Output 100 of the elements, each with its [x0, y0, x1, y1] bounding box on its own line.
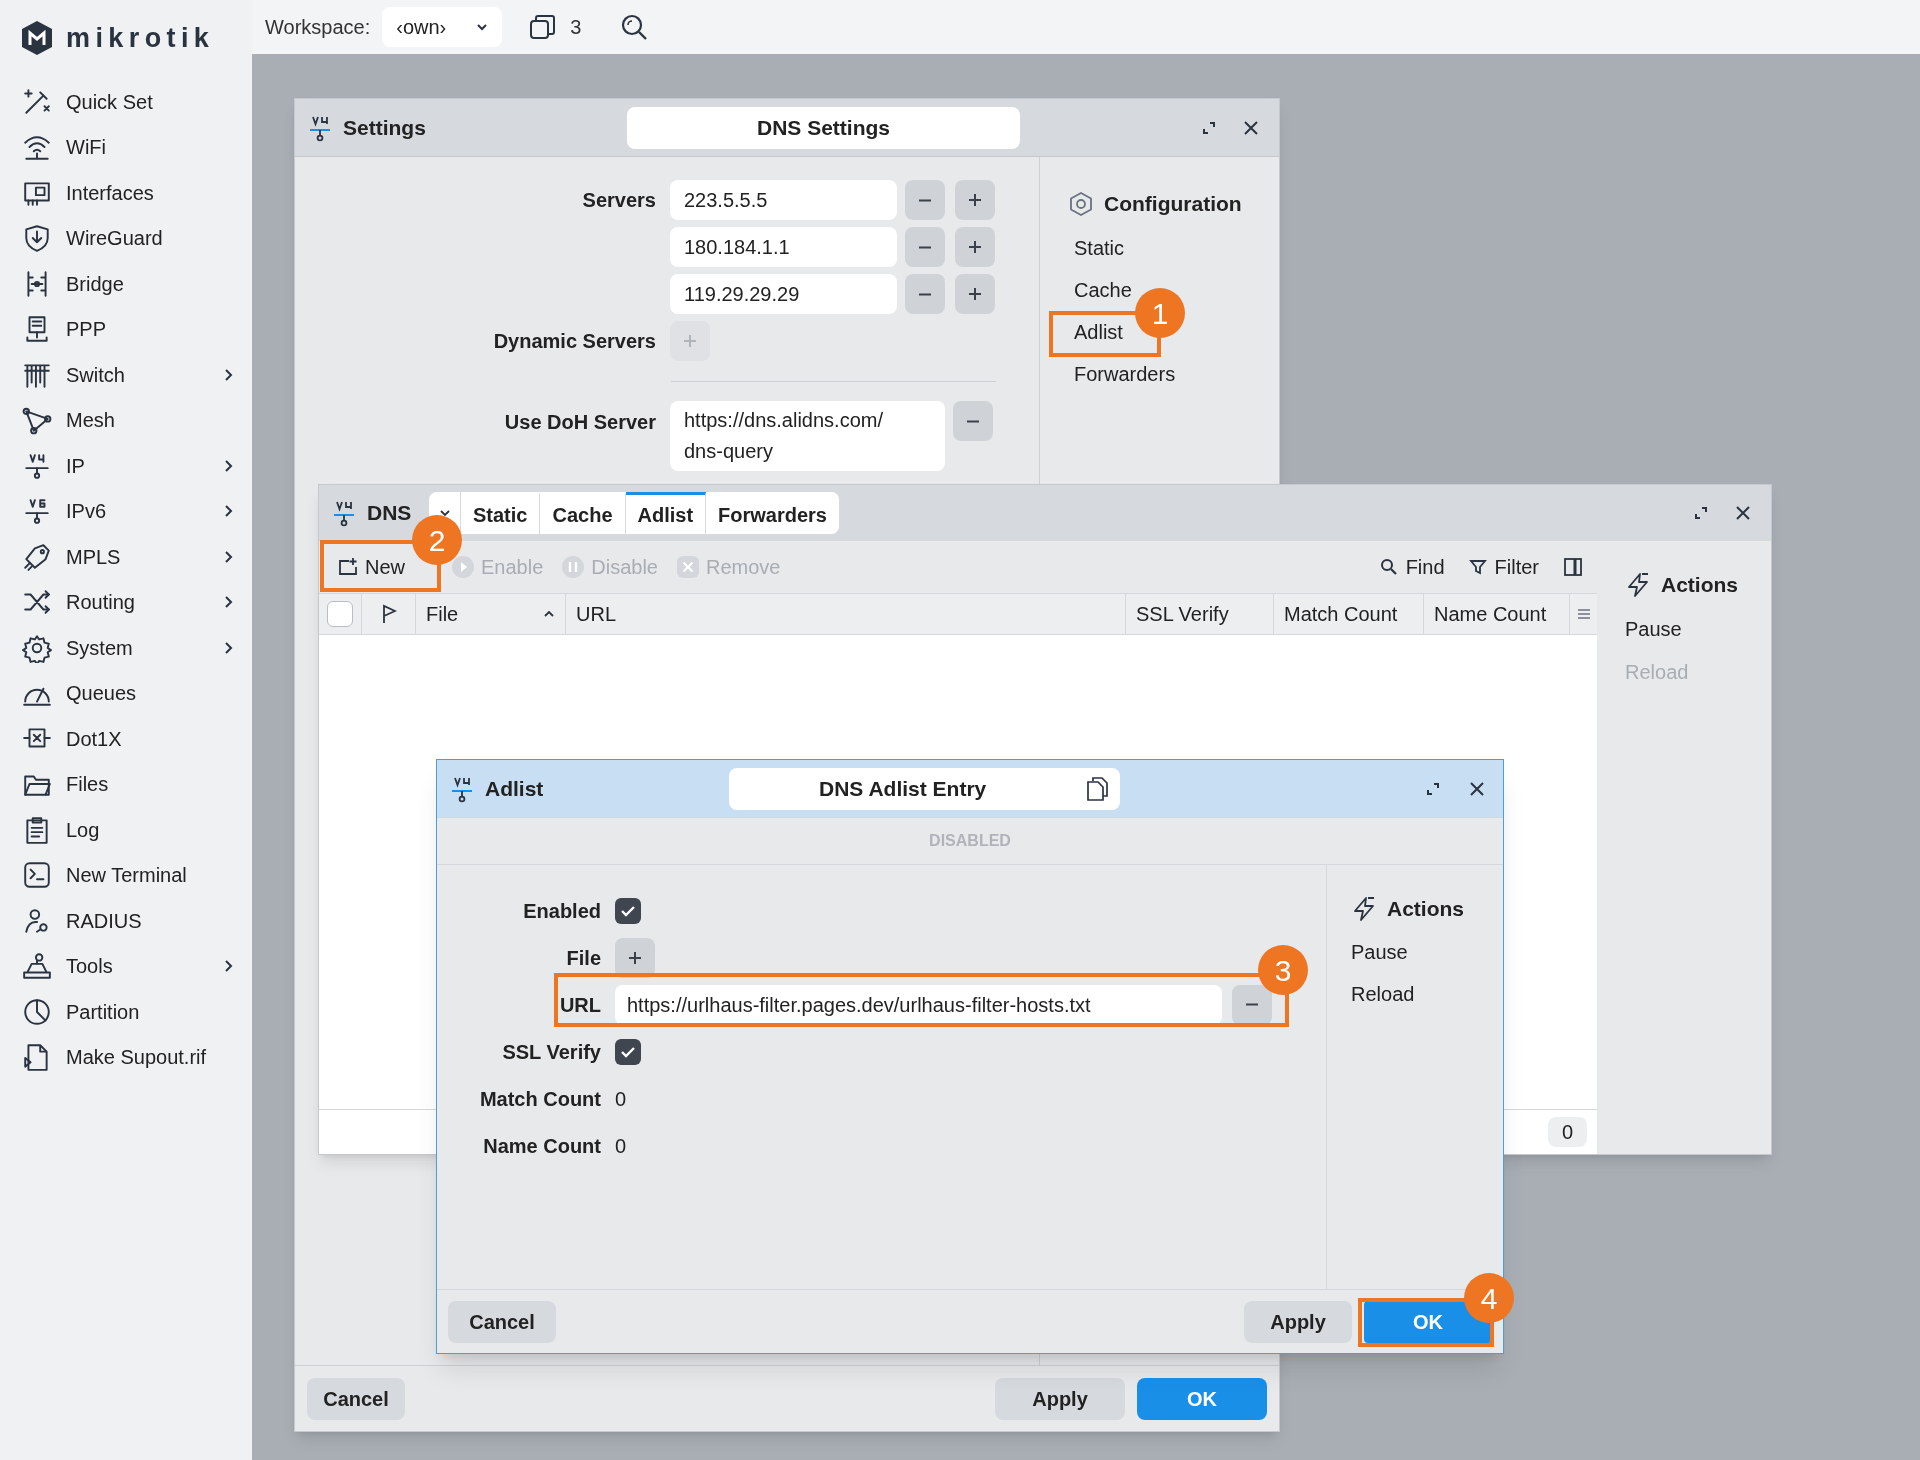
- checkbox[interactable]: [615, 1038, 641, 1065]
- checkbox[interactable]: [327, 601, 353, 627]
- plus-icon: [682, 333, 698, 349]
- minus-icon: [918, 245, 932, 249]
- close-icon[interactable]: [1243, 119, 1259, 136]
- tag-icon: [22, 541, 52, 572]
- close-icon[interactable]: [1735, 505, 1751, 521]
- pie-icon: [22, 996, 52, 1027]
- nav-link[interactable]: Forwarders: [1074, 359, 1176, 389]
- cancel-button[interactable]: Cancel: [448, 1300, 556, 1343]
- panel-heading: Configuration: [1104, 191, 1242, 218]
- field-label: Dynamic Servers: [493, 329, 656, 354]
- action-link[interactable]: Pause: [1625, 607, 1771, 650]
- menu-icon[interactable]: [1576, 608, 1591, 620]
- field-label: Use DoH Server: [504, 410, 656, 435]
- apply-button[interactable]: Apply: [1244, 1300, 1352, 1343]
- network-icon: [22, 496, 52, 527]
- sidebar-item[interactable]: RADIUS: [0, 898, 252, 944]
- filter-button[interactable]: Filter: [1468, 552, 1539, 582]
- remove-button[interactable]: [905, 274, 945, 314]
- sidebar-item[interactable]: Log: [0, 807, 252, 853]
- plus-icon: [967, 239, 983, 255]
- heading-tab: DNS Adlist Entry: [729, 767, 1120, 810]
- sort-icon: [543, 610, 555, 618]
- sidebar-item[interactable]: Files: [0, 761, 252, 807]
- maximize-icon[interactable]: [1425, 780, 1441, 797]
- sidebar-item[interactable]: Mesh: [0, 397, 252, 443]
- window-title: DNS: [367, 500, 413, 527]
- caret-icon: [476, 23, 489, 31]
- add-button[interactable]: [955, 227, 995, 267]
- find-button[interactable]: Find: [1379, 552, 1445, 582]
- sidebar-item[interactable]: Make Supout.rif: [0, 1034, 252, 1080]
- remove-button[interactable]: [953, 401, 993, 441]
- brand-name: mikrotik: [66, 21, 215, 55]
- column-header[interactable]: URL: [565, 594, 1125, 634]
- add-button[interactable]: [955, 274, 995, 314]
- apply-button[interactable]: Apply: [995, 1377, 1125, 1420]
- window-title: Adlist: [485, 775, 545, 802]
- action-link[interactable]: Pause: [1351, 931, 1503, 973]
- sidebar-item[interactable]: WiFi: [0, 124, 252, 170]
- add-button[interactable]: [615, 937, 655, 978]
- sidebar-item[interactable]: MPLS: [0, 534, 252, 580]
- field-label: SSL Verify: [502, 1039, 601, 1065]
- field-label: File: [566, 945, 601, 971]
- nav-link[interactable]: Static: [1074, 233, 1125, 263]
- toolbar-button[interactable]: New: [329, 547, 413, 587]
- sidebar-item[interactable]: Tools: [0, 943, 252, 989]
- field-label: URL: [559, 992, 601, 1018]
- flag-icon: [380, 604, 397, 624]
- sidebar-item[interactable]: Routing: [0, 579, 252, 625]
- sidebar-item[interactable]: Interfaces: [0, 170, 252, 216]
- sidebar-item[interactable]: Partition: [0, 989, 252, 1035]
- toolbox-icon: [22, 951, 52, 982]
- sidebar-item[interactable]: PPP: [0, 306, 252, 352]
- sidebar-item[interactable]: IP: [0, 443, 252, 489]
- add-button[interactable]: [955, 180, 995, 220]
- workspace-label: Workspace:: [265, 15, 371, 40]
- plus-icon: [967, 192, 983, 208]
- panel-icon[interactable]: [1563, 557, 1583, 577]
- sidebar-item[interactable]: Switch: [0, 352, 252, 398]
- remove-button[interactable]: [905, 227, 945, 267]
- column-header[interactable]: File: [415, 594, 565, 634]
- copy-icon[interactable]: [1086, 775, 1108, 802]
- status-text: DISABLED: [929, 831, 1011, 851]
- remove-button[interactable]: [905, 180, 945, 220]
- sidebar-item[interactable]: WireGuard: [0, 215, 252, 261]
- maximize-icon[interactable]: [1201, 119, 1217, 136]
- sidebar-item[interactable]: New Terminal: [0, 852, 252, 898]
- sidebar-item[interactable]: Queues: [0, 670, 252, 716]
- close-icon: [676, 555, 700, 579]
- nav-link[interactable]: Cache: [1074, 275, 1132, 305]
- checkbox[interactable]: [615, 897, 641, 924]
- column-header[interactable]: Name Count: [1423, 594, 1569, 634]
- cancel-button[interactable]: Cancel: [307, 1377, 405, 1420]
- workspace-dropdown[interactable]: ‹own›: [382, 7, 503, 47]
- input-field[interactable]: https://urlhaus-filter.pages.dev/urlhaus-filter-hosts.txt: [615, 984, 1222, 1025]
- nav-link[interactable]: Adlist: [1074, 317, 1123, 347]
- count-badge: 0: [1547, 1117, 1587, 1147]
- filter-icon: [1468, 558, 1487, 576]
- sidebar-item[interactable]: Bridge: [0, 261, 252, 307]
- minus-icon: [918, 292, 932, 296]
- maximize-icon[interactable]: [1693, 505, 1709, 521]
- sidebar-item[interactable]: IPv6: [0, 488, 252, 534]
- pause-icon: [561, 555, 586, 579]
- minus-icon: [1245, 1003, 1259, 1006]
- sidebar-item[interactable]: Dot1X: [0, 716, 252, 762]
- input-field[interactable]: 223.5.5.5: [670, 180, 897, 220]
- field-label: Name Count: [483, 1133, 601, 1159]
- sidebar-item[interactable]: Quick Set: [0, 79, 252, 125]
- column-header[interactable]: SSL Verify: [1125, 594, 1273, 634]
- tab[interactable]: Adlist: [625, 492, 707, 534]
- column-header[interactable]: Match Count: [1273, 594, 1423, 634]
- sidebar-item[interactable]: System: [0, 625, 252, 671]
- field-value: 0: [615, 1133, 627, 1159]
- remove-button[interactable]: [1232, 984, 1272, 1025]
- close-icon[interactable]: [1469, 780, 1485, 797]
- input-field[interactable]: 180.184.1.1: [670, 227, 897, 267]
- action-link[interactable]: Reload: [1351, 973, 1503, 1015]
- input-field[interactable]: 119.29.29.29: [670, 274, 897, 314]
- input-field[interactable]: https://dns.alidns.com/ dns-query: [670, 401, 945, 471]
